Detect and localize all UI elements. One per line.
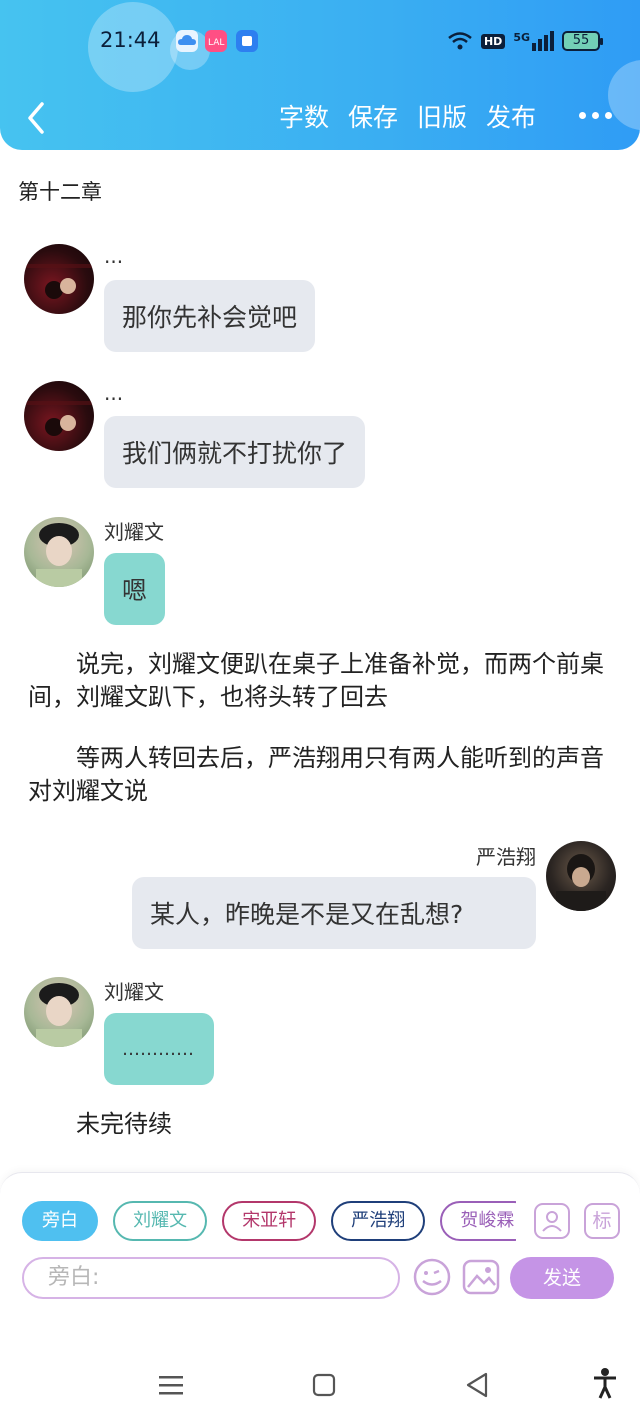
- sender-name: 刘耀文: [104, 980, 164, 1004]
- menu-icon[interactable]: [158, 1373, 184, 1401]
- mark-button[interactable]: 标: [584, 1203, 620, 1239]
- sender-name: 刘耀文: [104, 520, 164, 544]
- system-nav-bar: [0, 1347, 640, 1423]
- toolbar-actions: 字数 保存 旧版 发布: [279, 98, 536, 134]
- hd-badge: HD: [480, 33, 506, 49]
- chapter-title: 第十二章: [18, 180, 102, 204]
- role-chip[interactable]: 贺峻霖: [440, 1201, 516, 1241]
- save-button[interactable]: 保存: [348, 98, 398, 134]
- accessibility-icon[interactable]: [592, 1367, 618, 1403]
- header-bar: 21:44 LAL HD 5G 55 字数 保存 旧版 发布: [0, 0, 640, 150]
- sender-name: 严浩翔: [476, 845, 536, 869]
- wifi-icon: [448, 32, 472, 50]
- message-input[interactable]: 旁白:: [22, 1257, 400, 1299]
- sender-name: ...: [104, 244, 124, 268]
- narration-paragraph: 未完待续: [76, 1110, 172, 1138]
- editor-toolbar: 字数 保存 旧版 发布: [0, 90, 640, 142]
- narration-paragraph: 说完，刘耀文便趴在桌子上准备补觉，而两个前桌间，刘耀文趴下，也将头转了回去: [28, 650, 604, 711]
- role-chip[interactable]: 刘耀文: [113, 1201, 208, 1241]
- avatar[interactable]: [24, 381, 94, 451]
- avatar[interactable]: [546, 841, 616, 911]
- chat-bubble: 那你先补会觉吧: [104, 280, 316, 352]
- app-icon: LAL: [205, 30, 227, 52]
- composer-panel: 旁白 刘耀文 宋亚轩 严浩翔 贺峻霖 标 旁白: 发送: [0, 1172, 640, 1347]
- sender-name: ...: [104, 381, 124, 405]
- chat-bubble: …………: [104, 1013, 214, 1085]
- emoji-icon[interactable]: [412, 1257, 452, 1297]
- avatar[interactable]: [24, 244, 94, 314]
- svg-text:LAL: LAL: [208, 38, 224, 48]
- image-icon[interactable]: [461, 1257, 501, 1297]
- chat-bubble: 某人，昨晚是不是又在乱想?: [132, 877, 536, 949]
- status-time: 21:44: [100, 28, 161, 52]
- battery-icon: 55: [562, 31, 603, 51]
- avatar[interactable]: [24, 977, 94, 1047]
- send-button[interactable]: 发送: [510, 1257, 614, 1299]
- status-bar: 21:44 LAL HD 5G 55: [0, 0, 640, 84]
- back-arrow-icon[interactable]: [22, 96, 52, 136]
- status-icons: HD 5G 55: [447, 28, 603, 54]
- chat-bubble: 我们俩就不打扰你了: [104, 416, 366, 488]
- avatar[interactable]: [24, 517, 94, 587]
- word-count-button[interactable]: 字数: [279, 98, 329, 134]
- add-role-icon[interactable]: [534, 1203, 570, 1239]
- home-icon[interactable]: [312, 1373, 336, 1401]
- narration-paragraph: 等两人转回去后，严浩翔用只有两人能听到的声音对刘耀文说: [28, 744, 604, 805]
- signal-icon: 5G: [513, 31, 554, 51]
- role-chip-narration[interactable]: 旁白: [22, 1201, 98, 1241]
- chat-bubble: 嗯: [104, 553, 166, 625]
- role-chip-list: 旁白 刘耀文 宋亚轩 严浩翔 贺峻霖: [22, 1201, 516, 1245]
- old-version-button[interactable]: 旧版: [417, 98, 467, 134]
- cloud-app-icon: [176, 30, 198, 52]
- app-icon: [236, 30, 258, 52]
- back-icon[interactable]: [464, 1371, 490, 1403]
- role-chip[interactable]: 宋亚轩: [222, 1201, 317, 1241]
- role-chip[interactable]: 严浩翔: [331, 1201, 426, 1241]
- network-label: 5G: [513, 31, 530, 44]
- more-icon[interactable]: [579, 112, 612, 119]
- publish-button[interactable]: 发布: [486, 98, 536, 134]
